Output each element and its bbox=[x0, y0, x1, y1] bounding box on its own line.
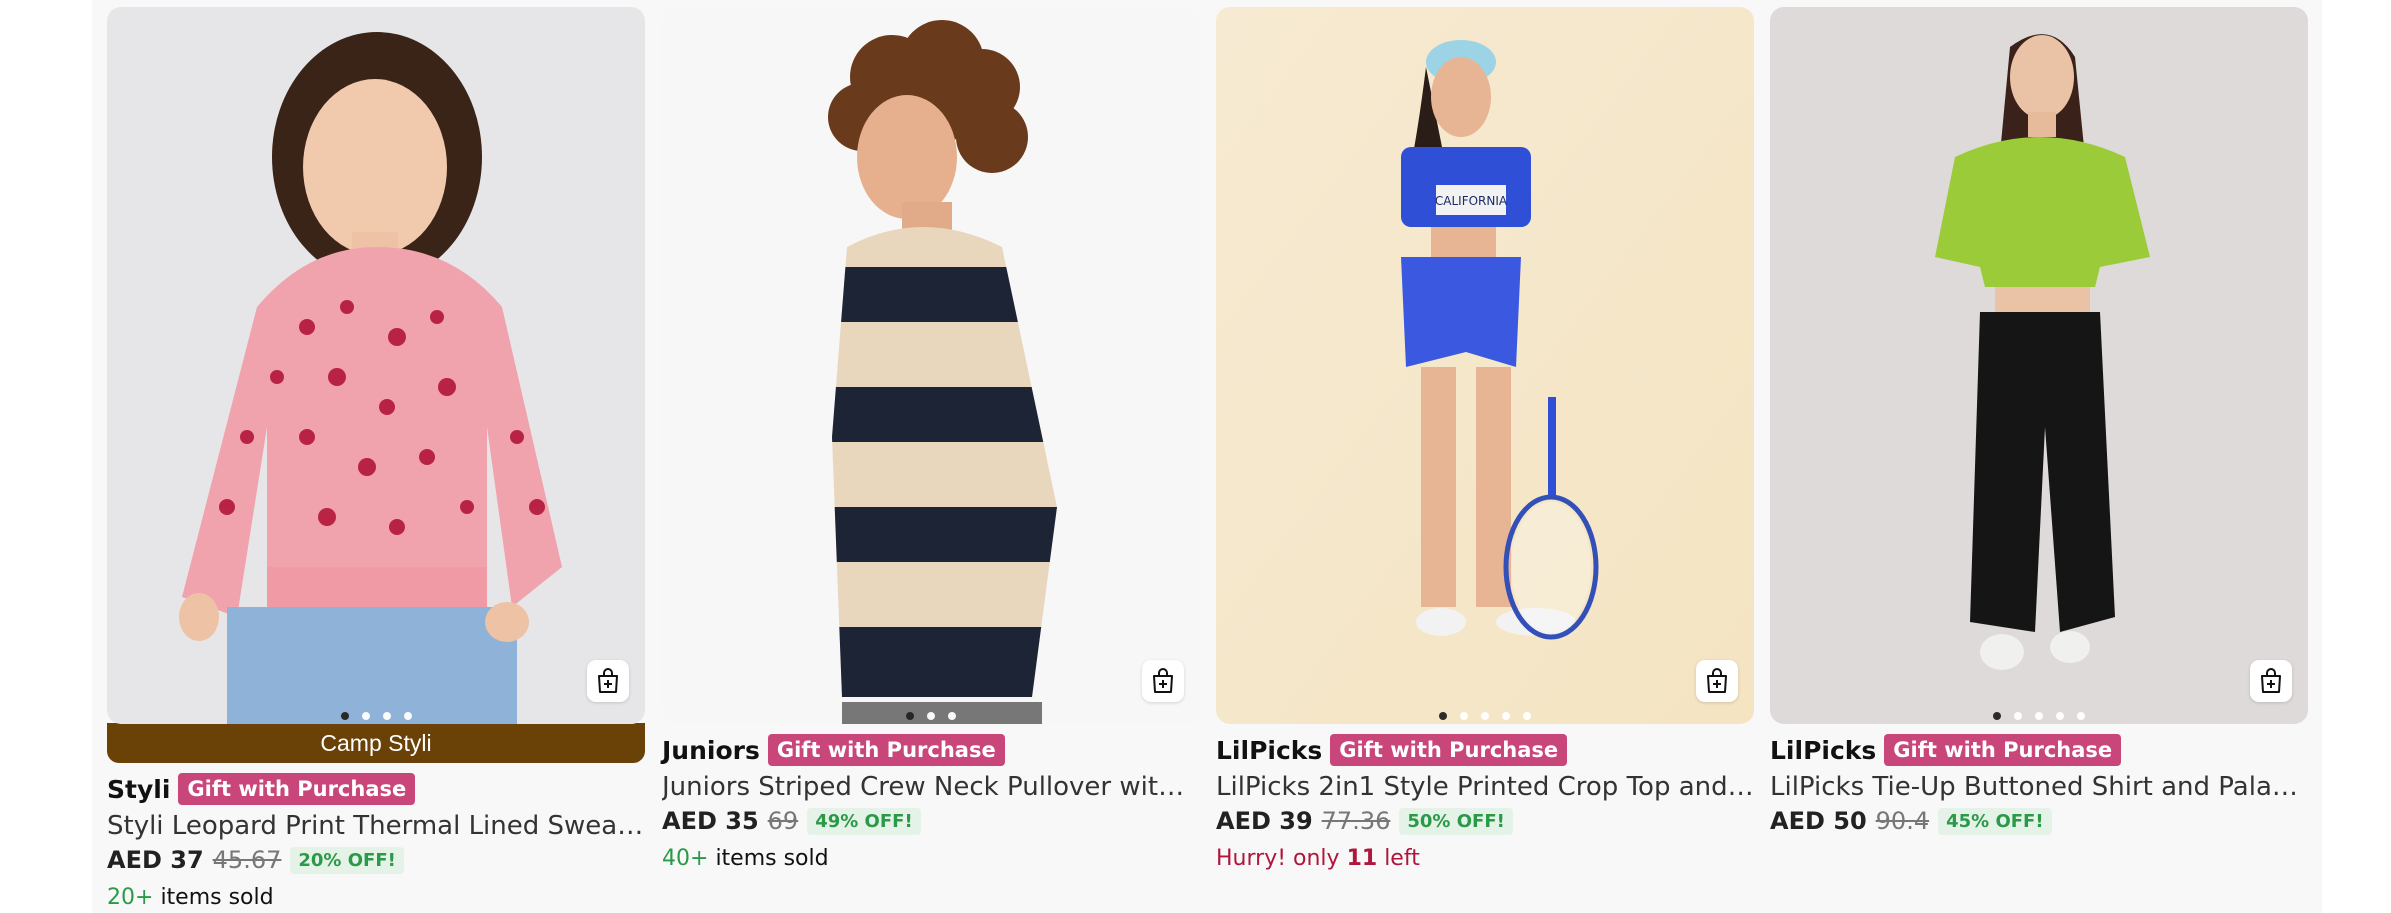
add-to-bag-button[interactable] bbox=[1696, 660, 1738, 702]
carousel-dot[interactable] bbox=[948, 712, 956, 720]
carousel-dot[interactable] bbox=[2056, 712, 2064, 720]
product-image[interactable]: CALIFORNIA bbox=[1216, 7, 1754, 724]
product-card[interactable]: LilPicks Gift with Purchase LilPicks Tie… bbox=[1770, 7, 2308, 838]
product-card[interactable]: CALIFORNIA LilPicks Gift with Purchase L… bbox=[1216, 7, 1754, 874]
carousel-dot[interactable] bbox=[906, 712, 914, 720]
discount-badge: 45% OFF! bbox=[1938, 807, 2052, 835]
carousel-dot[interactable] bbox=[403, 712, 412, 720]
carousel-dot[interactable] bbox=[2035, 712, 2043, 720]
brand-name: LilPicks bbox=[1770, 735, 1877, 765]
gift-badge: Gift with Purchase bbox=[1330, 734, 1568, 766]
gift-badge: Gift with Purchase bbox=[767, 734, 1005, 766]
add-to-bag-button[interactable] bbox=[1142, 660, 1184, 702]
image-carousel-dots[interactable] bbox=[662, 712, 1200, 720]
image-carousel-dots[interactable] bbox=[107, 712, 645, 720]
sold-count: 40+ items sold bbox=[662, 846, 829, 871]
product-strip: Camp Styli Styli Gift with Purchase Styl… bbox=[92, 0, 2322, 913]
original-price: 90.4 bbox=[1875, 807, 1930, 835]
product-image[interactable] bbox=[107, 7, 645, 724]
shopping-bag-plus-icon bbox=[1153, 668, 1173, 693]
carousel-dot[interactable] bbox=[927, 712, 935, 720]
current-price: AED 50 bbox=[1770, 807, 1867, 835]
promo-ribbon: Camp Styli bbox=[107, 723, 645, 763]
current-price: AED 39 bbox=[1216, 807, 1313, 835]
product-title[interactable]: LilPicks Tie-Up Buttoned Shirt and Palaz… bbox=[1770, 770, 2308, 804]
carousel-dot[interactable] bbox=[1481, 712, 1489, 720]
carousel-dot[interactable] bbox=[340, 712, 349, 720]
shopping-bag-plus-icon bbox=[2261, 668, 2281, 693]
carousel-dot[interactable] bbox=[1523, 712, 1531, 720]
carousel-dot[interactable] bbox=[2077, 712, 2085, 720]
sold-count: 20+ items sold bbox=[107, 885, 274, 910]
carousel-dot[interactable] bbox=[382, 712, 391, 720]
add-to-bag-button[interactable] bbox=[587, 660, 629, 702]
product-image[interactable] bbox=[1770, 7, 2308, 724]
current-price: AED 35 bbox=[662, 807, 759, 835]
original-price: 77.36 bbox=[1321, 807, 1391, 835]
current-price: AED 37 bbox=[107, 846, 204, 874]
product-title[interactable]: Juniors Striped Crew Neck Pullover with … bbox=[662, 770, 1200, 804]
brand-name: Juniors bbox=[662, 735, 760, 765]
shopping-bag-plus-icon bbox=[598, 668, 618, 693]
brand-name: Styli bbox=[107, 774, 171, 804]
shopping-bag-plus-icon bbox=[1707, 668, 1727, 693]
product-card[interactable]: Camp Styli Styli Gift with Purchase Styl… bbox=[107, 7, 645, 913]
product-card[interactable]: Juniors Gift with Purchase Juniors Strip… bbox=[662, 7, 1200, 874]
brand-name: LilPicks bbox=[1216, 735, 1323, 765]
carousel-dot[interactable] bbox=[1993, 712, 2001, 720]
stock-warning: Hurry! only 11 left bbox=[1216, 846, 1420, 871]
discount-badge: 20% OFF! bbox=[290, 846, 404, 874]
original-price: 69 bbox=[767, 807, 799, 835]
svg-text:CALIFORNIA: CALIFORNIA bbox=[1435, 194, 1508, 208]
gift-badge: Gift with Purchase bbox=[1884, 734, 2122, 766]
discount-badge: 49% OFF! bbox=[807, 807, 921, 835]
carousel-dot[interactable] bbox=[1439, 712, 1447, 720]
gift-badge: Gift with Purchase bbox=[178, 773, 416, 805]
carousel-dot[interactable] bbox=[1460, 712, 1468, 720]
add-to-bag-button[interactable] bbox=[2250, 660, 2292, 702]
discount-badge: 50% OFF! bbox=[1399, 807, 1513, 835]
image-carousel-dots[interactable] bbox=[1770, 712, 2308, 720]
original-price: 45.67 bbox=[212, 846, 282, 874]
carousel-dot[interactable] bbox=[1502, 712, 1510, 720]
carousel-dot[interactable] bbox=[2014, 712, 2022, 720]
carousel-dot[interactable] bbox=[361, 712, 370, 720]
product-image[interactable] bbox=[662, 7, 1200, 724]
product-title[interactable]: LilPicks 2in1 Style Printed Crop Top and… bbox=[1216, 770, 1754, 804]
product-title[interactable]: Styli Leopard Print Thermal Lined Sweats… bbox=[107, 809, 645, 843]
image-carousel-dots[interactable] bbox=[1216, 712, 1754, 720]
